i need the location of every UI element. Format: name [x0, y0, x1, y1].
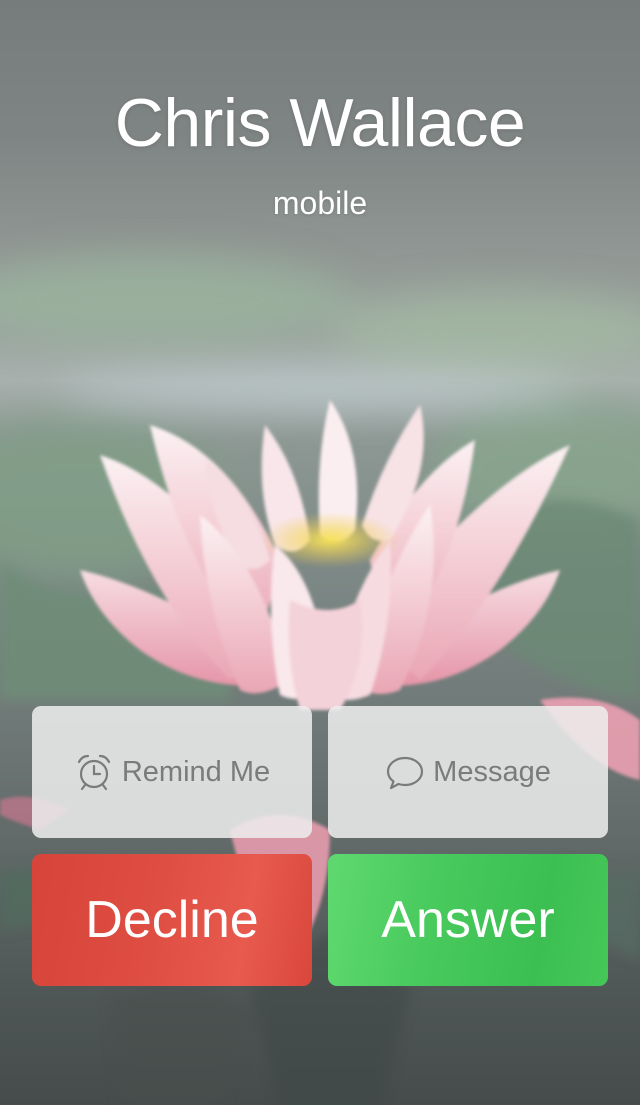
decline-button[interactable]: Decline	[32, 854, 312, 986]
decline-label: Decline	[85, 891, 259, 949]
answer-button[interactable]: Answer	[328, 854, 608, 986]
answer-label: Answer	[381, 891, 555, 949]
remind-me-button[interactable]: Remind Me	[32, 706, 312, 838]
caller-number-label: mobile	[272, 185, 368, 221]
message-button[interactable]: Message	[328, 706, 608, 838]
remind-me-label: Remind Me	[121, 755, 271, 788]
caller-name: Chris Wallace	[114, 85, 526, 161]
alarm-clock-icon	[74, 752, 114, 792]
message-label: Message	[433, 755, 551, 788]
speech-bubble-icon	[385, 752, 425, 792]
